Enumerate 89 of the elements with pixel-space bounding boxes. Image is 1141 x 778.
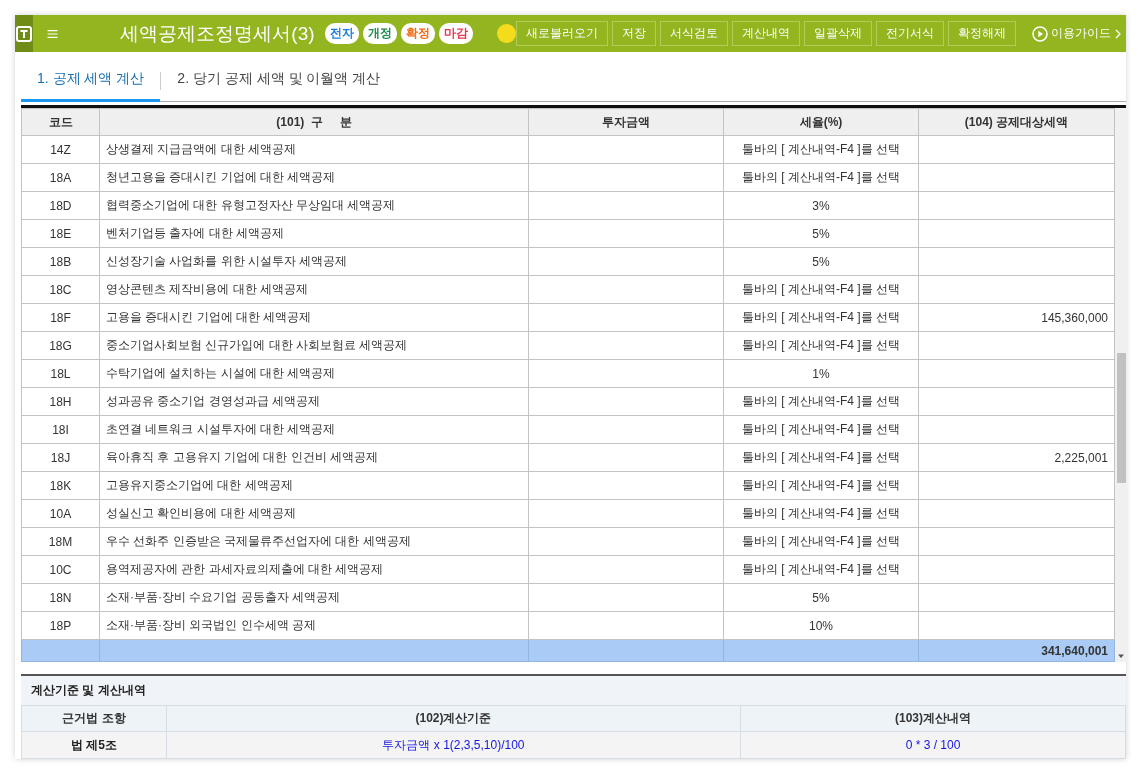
table-cell: 투자금액 x 1(2,3,5,10)/100 bbox=[166, 731, 741, 759]
table-cell: 고용을 증대시킨 기업에 대한 세액공제 bbox=[99, 303, 529, 332]
status-badge: 개정 bbox=[362, 23, 397, 44]
table-cell: 10% bbox=[723, 611, 919, 640]
table-cell: 툴바의 [ 계산내역-F4 ]를 선택 bbox=[723, 443, 919, 472]
column-header: 투자금액 bbox=[528, 108, 724, 136]
table-cell: 툴바의 [ 계산내역-F4 ]를 선택 bbox=[723, 163, 919, 192]
table-cell: 용역제공자에 관한 과세자료의제출에 대한 세액공제 bbox=[99, 555, 529, 584]
table-cell: 툴바의 [ 계산내역-F4 ]를 선택 bbox=[723, 303, 919, 332]
table-cell: 10C bbox=[21, 555, 100, 584]
scrollbar-thumb[interactable] bbox=[1116, 353, 1126, 483]
table-cell: 18D bbox=[21, 191, 100, 220]
table-cell: 18N bbox=[21, 583, 100, 612]
table-cell: 툴바의 [ 계산내역-F4 ]를 선택 bbox=[723, 415, 919, 444]
table-cell: 툴바의 [ 계산내역-F4 ]를 선택 bbox=[723, 387, 919, 416]
table-cell: 성과공유 중소기업 경영성과급 세액공제 bbox=[99, 387, 529, 416]
table-cell: 신성장기술 사업화를 위한 시설투자 세액공제 bbox=[99, 247, 529, 276]
table-cell: 18M bbox=[21, 527, 100, 556]
table-cell: 벤처기업등 출자에 대한 세액공제 bbox=[99, 219, 529, 248]
toolbar-button[interactable]: 일괄삭제 bbox=[804, 21, 872, 46]
table-cell: 5% bbox=[723, 219, 919, 248]
table-cell: 0 * 3 / 100 bbox=[740, 731, 1126, 759]
table-cell: 영상콘텐츠 제작비용에 대한 세액공제 bbox=[99, 275, 529, 304]
total-cell: 341,640,001 bbox=[918, 639, 1115, 662]
table-cell: 우수 선화주 인증받은 국제물류주선업자에 대한 세액공제 bbox=[99, 527, 529, 556]
table-cell: 5% bbox=[723, 583, 919, 612]
table-cell: 툴바의 [ 계산내역-F4 ]를 선택 bbox=[723, 555, 919, 584]
table-cell: 18J bbox=[21, 443, 100, 472]
table-cell: 육아휴직 후 고용유지 기업에 대한 인건비 세액공제 bbox=[99, 443, 529, 472]
table-cell: 소재·부품·장비 외국법인 인수세액 공제 bbox=[99, 611, 529, 640]
table-cell: 협력중소기업에 대한 유형고정자산 무상임대 세액공제 bbox=[99, 191, 529, 220]
chevron-right-icon bbox=[1114, 28, 1122, 39]
column-header: (101) 구 분 bbox=[99, 108, 529, 136]
table-cell: 성실신고 확인비용에 대한 세액공제 bbox=[99, 499, 529, 528]
column-header: 세율(%) bbox=[723, 108, 919, 136]
table-cell: 18L bbox=[21, 359, 100, 388]
scrollbar-track[interactable] bbox=[1115, 108, 1127, 662]
table-cell: 1% bbox=[723, 359, 919, 388]
table-cell: 18E bbox=[21, 219, 100, 248]
play-icon bbox=[1032, 25, 1048, 42]
column-header: 근거법 조항 bbox=[21, 705, 167, 732]
table-cell: 14Z bbox=[21, 135, 100, 164]
column-header: (102)계산기준 bbox=[166, 705, 741, 732]
toolbar-button[interactable]: 새로불러오기 bbox=[516, 21, 608, 46]
table-cell: 고용유지중소기업에 대한 세액공제 bbox=[99, 471, 529, 500]
table-cell: 18K bbox=[21, 471, 100, 500]
table-cell: 10A bbox=[21, 499, 100, 528]
column-header: 코드 bbox=[21, 108, 100, 136]
table-cell: 145,360,000 bbox=[918, 303, 1115, 332]
table-cell: 툴바의 [ 계산내역-F4 ]를 선택 bbox=[723, 275, 919, 304]
table-cell: 18B bbox=[21, 247, 100, 276]
table-cell: 2,225,001 bbox=[918, 443, 1115, 472]
table-cell: 소재·부품·장비 수요기업 공동출자 세액공제 bbox=[99, 583, 529, 612]
toolbar-button[interactable]: 서식검토 bbox=[660, 21, 728, 46]
column-header: (103)계산내역 bbox=[740, 705, 1126, 732]
toolbar-button[interactable]: 저장 bbox=[612, 21, 656, 46]
page-title: 세액공제조정명세서(3) bbox=[120, 21, 315, 46]
table-cell: 18C bbox=[21, 275, 100, 304]
logo-icon bbox=[16, 25, 33, 42]
table-cell: 18H bbox=[21, 387, 100, 416]
tab[interactable]: 2. 당기 공제 세액 및 이월액 계산 bbox=[161, 59, 397, 102]
table-cell: 18A bbox=[21, 163, 100, 192]
table-cell: 3% bbox=[723, 191, 919, 220]
section-title: 계산기준 및 계산내역 bbox=[30, 682, 147, 699]
table-cell: 중소기업사회보험 신규가입에 대한 사회보험료 세액공제 bbox=[99, 331, 529, 360]
toolbar-button[interactable]: 전기서식 bbox=[876, 21, 944, 46]
table-cell: 툴바의 [ 계산내역-F4 ]를 선택 bbox=[723, 331, 919, 360]
table-cell: 18P bbox=[21, 611, 100, 640]
table-cell: 툴바의 [ 계산내역-F4 ]를 선택 bbox=[723, 135, 919, 164]
table-cell: 상생결제 지급금액에 대한 세액공제 bbox=[99, 135, 529, 164]
table-cell: 법 제5조 bbox=[21, 731, 167, 759]
status-badge: 확정 bbox=[400, 23, 435, 44]
toolbar-button[interactable]: 계산내역 bbox=[732, 21, 800, 46]
toggle-pill[interactable] bbox=[496, 24, 516, 43]
table-cell: 수탁기업에 설치하는 시설에 대한 세액공제 bbox=[99, 359, 529, 388]
table-cell: 초연결 네트워크 시설투자에 대한 세액공제 bbox=[99, 415, 529, 444]
table-cell: 툴바의 [ 계산내역-F4 ]를 선택 bbox=[723, 527, 919, 556]
table-cell: 툴바의 [ 계산내역-F4 ]를 선택 bbox=[723, 499, 919, 528]
table-cell: 청년고용을 증대시킨 기업에 대한 세액공제 bbox=[99, 163, 529, 192]
status-badge: 전자 bbox=[324, 23, 359, 44]
column-header: (104) 공제대상세액 bbox=[918, 108, 1115, 136]
tab[interactable]: 1. 공제 세액 계산 bbox=[21, 59, 161, 102]
table-cell: 18I bbox=[21, 415, 100, 444]
table-cell: 18G bbox=[21, 331, 100, 360]
toolbar-button[interactable]: 확정해제 bbox=[948, 21, 1016, 46]
table-cell: 5% bbox=[723, 247, 919, 276]
table-cell: 툴바의 [ 계산내역-F4 ]를 선택 bbox=[723, 471, 919, 500]
status-badge: 마감 bbox=[438, 23, 473, 44]
table-cell: 18F bbox=[21, 303, 100, 332]
